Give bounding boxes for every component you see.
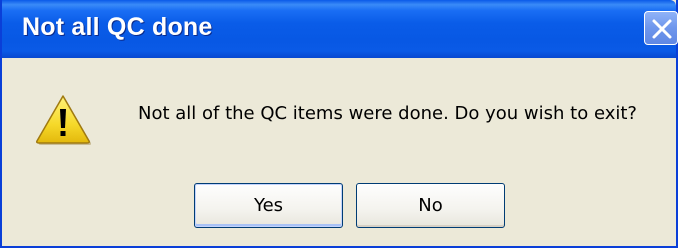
- dialog-message: Not all of the QC items were done. Do yo…: [138, 103, 637, 124]
- no-button-label: No: [418, 195, 443, 216]
- warning-icon: [35, 93, 92, 150]
- no-button[interactable]: No: [356, 183, 505, 228]
- close-button[interactable]: [644, 11, 678, 45]
- title-bar[interactable]: Not all QC done: [2, 0, 678, 58]
- dialog-window: Not all QC done Not all of the QC items …: [0, 0, 678, 248]
- yes-button[interactable]: Yes: [194, 183, 343, 228]
- close-icon: [652, 19, 672, 39]
- dialog-title: Not all QC done: [22, 13, 213, 41]
- yes-button-label: Yes: [253, 195, 284, 216]
